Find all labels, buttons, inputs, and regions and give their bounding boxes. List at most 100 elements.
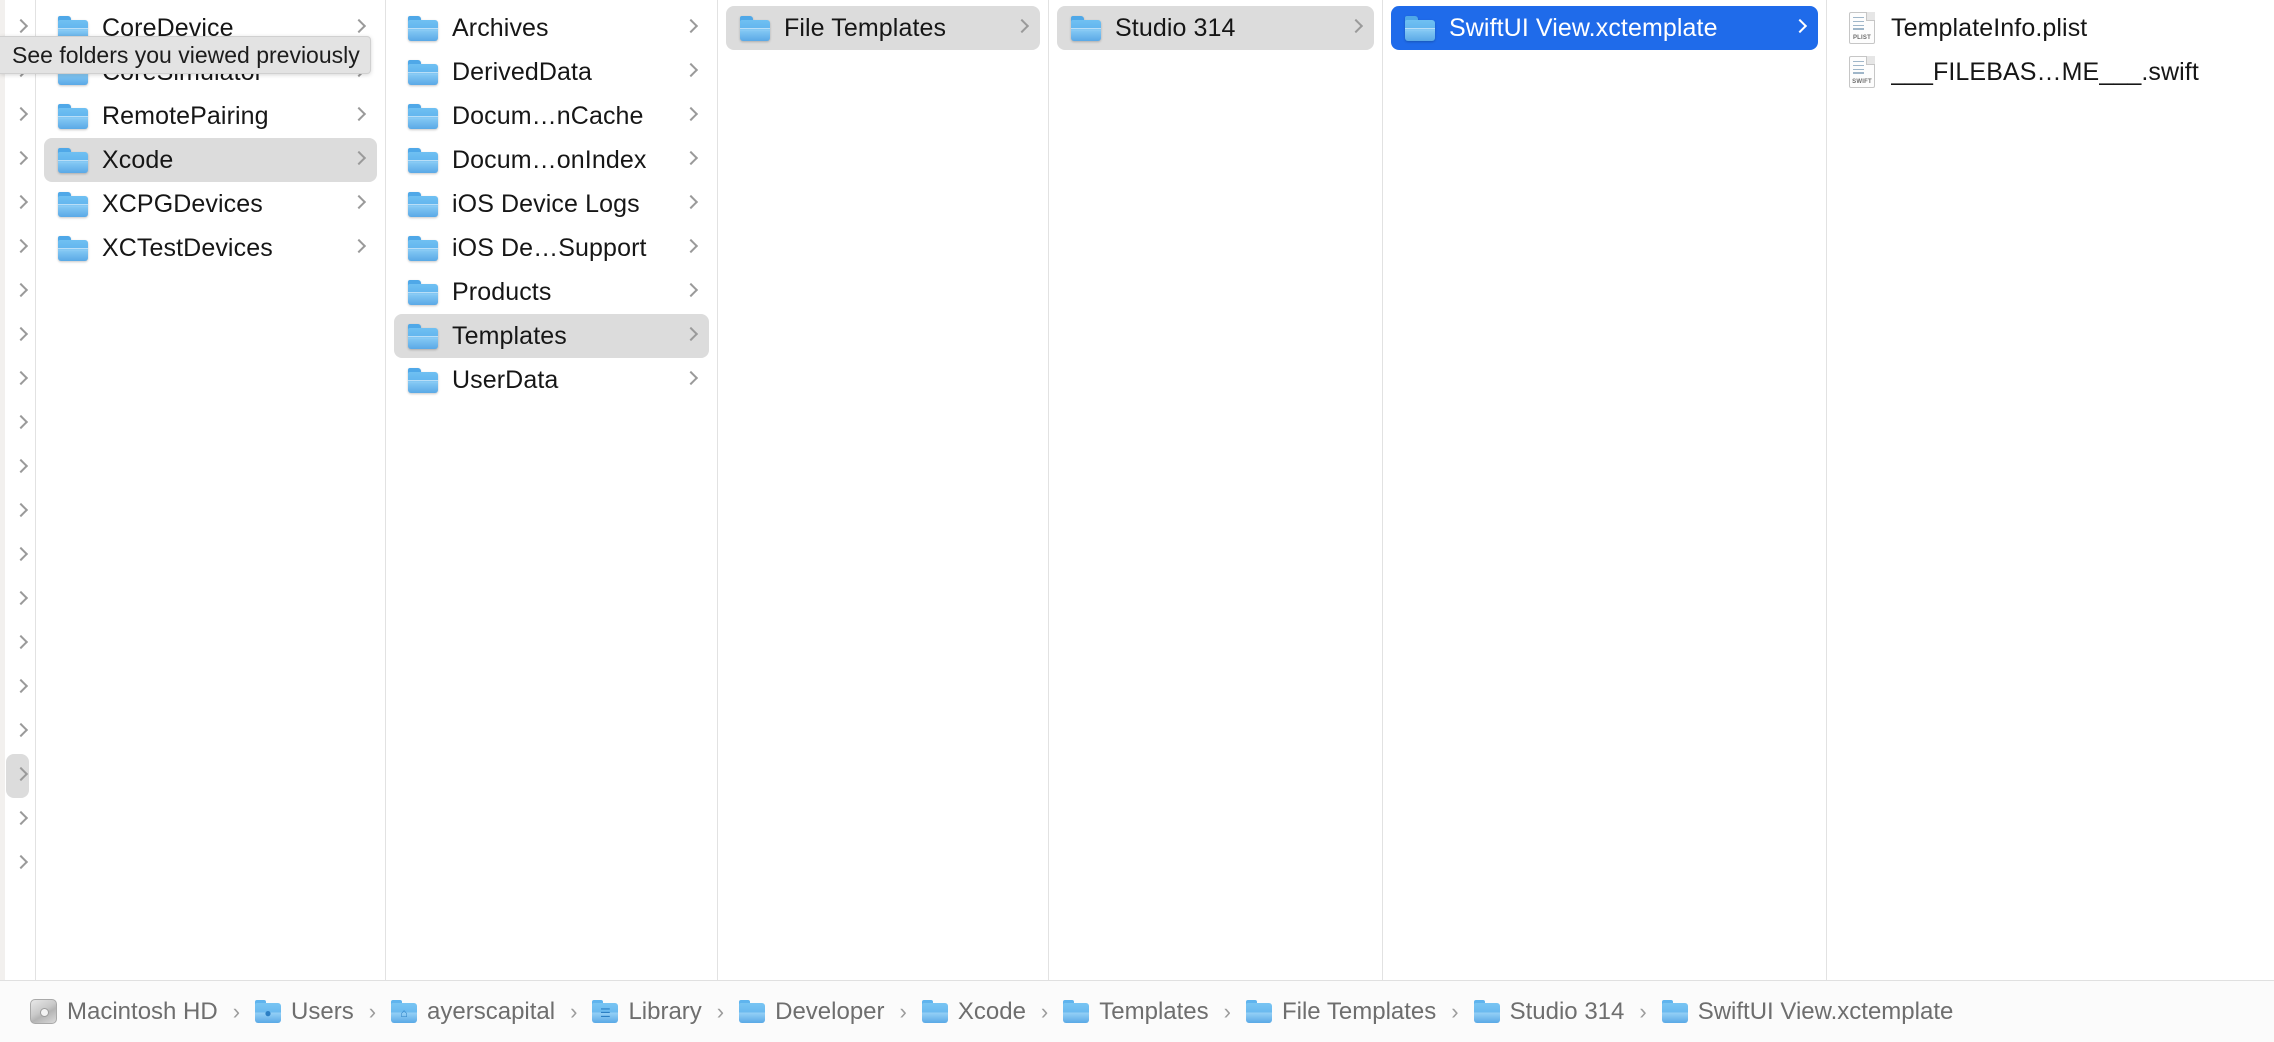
chevron-right-icon[interactable] — [352, 236, 368, 260]
chevron-right-icon[interactable] — [352, 192, 368, 216]
history-row[interactable] — [6, 754, 29, 798]
list-item[interactable]: Products — [394, 270, 709, 314]
breadcrumb-item[interactable]: File Templates — [1242, 996, 1440, 1028]
list-item[interactable]: XCTestDevices — [44, 226, 377, 270]
chevron-right-icon[interactable] — [14, 588, 30, 612]
chevron-right-icon[interactable] — [14, 104, 30, 128]
folder-icon — [1071, 15, 1101, 41]
breadcrumb-item[interactable]: Templates — [1059, 996, 1212, 1028]
history-row[interactable] — [6, 490, 29, 534]
chevron-right-icon[interactable] — [1793, 16, 1809, 40]
chevron-right-icon[interactable] — [684, 368, 700, 392]
list-item[interactable]: iOS De…Support — [394, 226, 709, 270]
breadcrumb-item[interactable]: Xcode — [918, 996, 1030, 1028]
list-item[interactable]: Studio 314 — [1057, 6, 1374, 50]
chevron-right-icon[interactable] — [14, 236, 30, 260]
chevron-right-icon[interactable] — [352, 104, 368, 128]
users-folder-icon: ● — [255, 1000, 282, 1023]
chevron-right-icon[interactable] — [14, 632, 30, 656]
history-tooltip: See folders you viewed previously — [0, 36, 371, 74]
chevron-right-icon[interactable] — [14, 676, 30, 700]
history-row[interactable] — [6, 226, 29, 270]
list-item[interactable]: File Templates — [726, 6, 1040, 50]
folder-icon — [58, 235, 88, 261]
history-row[interactable] — [6, 138, 29, 182]
breadcrumb-path-bar[interactable]: Macintosh HD › ● Users › ⌂ ayerscapital › ☰ Libra… — [0, 980, 2274, 1042]
chevron-right-icon[interactable] — [684, 60, 700, 84]
item-label: iOS Device Logs — [452, 189, 640, 218]
breadcrumb-item[interactable]: Studio 314 — [1470, 996, 1629, 1028]
list-item[interactable]: Docum…onIndex — [394, 138, 709, 182]
history-row[interactable] — [6, 402, 29, 446]
chevron-right-icon[interactable] — [14, 544, 30, 568]
breadcrumb-item[interactable]: ⌂ ayerscapital — [387, 996, 559, 1028]
breadcrumb-item[interactable]: Developer — [735, 996, 888, 1028]
chevron-right-icon[interactable] — [684, 148, 700, 172]
list-item[interactable]: PLIST TemplateInfo.plist — [1835, 6, 2266, 50]
breadcrumb-label: Users — [291, 997, 354, 1025]
chevron-right-icon[interactable] — [14, 808, 30, 832]
history-row[interactable] — [6, 666, 29, 710]
breadcrumb-item[interactable]: Macintosh HD — [26, 996, 222, 1028]
item-label: iOS De…Support — [452, 233, 647, 262]
folder-icon — [58, 103, 88, 129]
chevron-right-icon[interactable] — [14, 368, 30, 392]
chevron-right-icon[interactable] — [14, 280, 30, 304]
history-row[interactable] — [6, 622, 29, 666]
chevron-right-icon[interactable] — [14, 764, 30, 788]
chevron-right-icon[interactable] — [1349, 16, 1365, 40]
chevron-right-icon[interactable] — [14, 456, 30, 480]
item-label: Studio 314 — [1115, 13, 1236, 42]
item-label: Docum…nCache — [452, 101, 644, 130]
chevron-right-icon[interactable] — [14, 324, 30, 348]
chevron-right-icon[interactable] — [684, 324, 700, 348]
list-item[interactable]: Docum…nCache — [394, 94, 709, 138]
chevron-right-icon[interactable] — [352, 148, 368, 172]
history-row[interactable] — [6, 358, 29, 402]
list-item[interactable]: SwiftUI View.xctemplate — [1391, 6, 1818, 50]
history-row[interactable] — [6, 798, 29, 842]
chevron-right-icon[interactable] — [14, 852, 30, 876]
chevron-right-icon[interactable] — [684, 104, 700, 128]
chevron-right-icon[interactable] — [684, 16, 700, 40]
history-row[interactable] — [6, 446, 29, 490]
breadcrumb-label: Xcode — [957, 997, 1026, 1025]
breadcrumb-item[interactable]: ☰ Library — [588, 996, 705, 1028]
history-row[interactable] — [6, 578, 29, 622]
folder-icon — [408, 323, 438, 349]
list-item[interactable]: SWIFT ___FILEBAS…ME___.swift — [1835, 50, 2266, 94]
history-row[interactable] — [6, 710, 29, 754]
item-label: RemotePairing — [102, 101, 269, 130]
history-row[interactable] — [6, 94, 29, 138]
list-item[interactable]: RemotePairing — [44, 94, 377, 138]
breadcrumb-item[interactable]: ● Users — [251, 996, 358, 1028]
list-item[interactable]: DerivedData — [394, 50, 709, 94]
breadcrumb-label: File Templates — [1281, 997, 1437, 1025]
column-scrollbar[interactable] — [0, 0, 5, 980]
history-row[interactable] — [6, 534, 29, 578]
list-item[interactable]: Archives — [394, 6, 709, 50]
column-file-templates: Studio 314 — [1049, 0, 1383, 980]
chevron-right-icon[interactable] — [1015, 16, 1031, 40]
breadcrumb-item[interactable]: SwiftUI View.xctemplate — [1658, 996, 1958, 1028]
chevron-right-icon[interactable] — [684, 236, 700, 260]
chevron-right-icon[interactable] — [14, 412, 30, 436]
hard-disk-icon — [30, 999, 57, 1024]
list-item[interactable]: Templates — [394, 314, 709, 358]
breadcrumb-separator: › — [899, 998, 907, 1024]
history-row[interactable] — [6, 314, 29, 358]
list-item[interactable]: UserData — [394, 358, 709, 402]
history-row[interactable] — [6, 842, 29, 886]
chevron-right-icon[interactable] — [14, 148, 30, 172]
chevron-right-icon[interactable] — [684, 280, 700, 304]
chevron-right-icon[interactable] — [14, 720, 30, 744]
chevron-right-icon[interactable] — [14, 192, 30, 216]
list-item[interactable]: XCPGDevices — [44, 182, 377, 226]
chevron-right-icon[interactable] — [684, 192, 700, 216]
history-row[interactable] — [6, 182, 29, 226]
chevron-right-icon[interactable] — [14, 500, 30, 524]
history-row[interactable] — [6, 270, 29, 314]
column-templates: File Templates — [718, 0, 1049, 980]
list-item[interactable]: iOS Device Logs — [394, 182, 709, 226]
list-item[interactable]: Xcode — [44, 138, 377, 182]
